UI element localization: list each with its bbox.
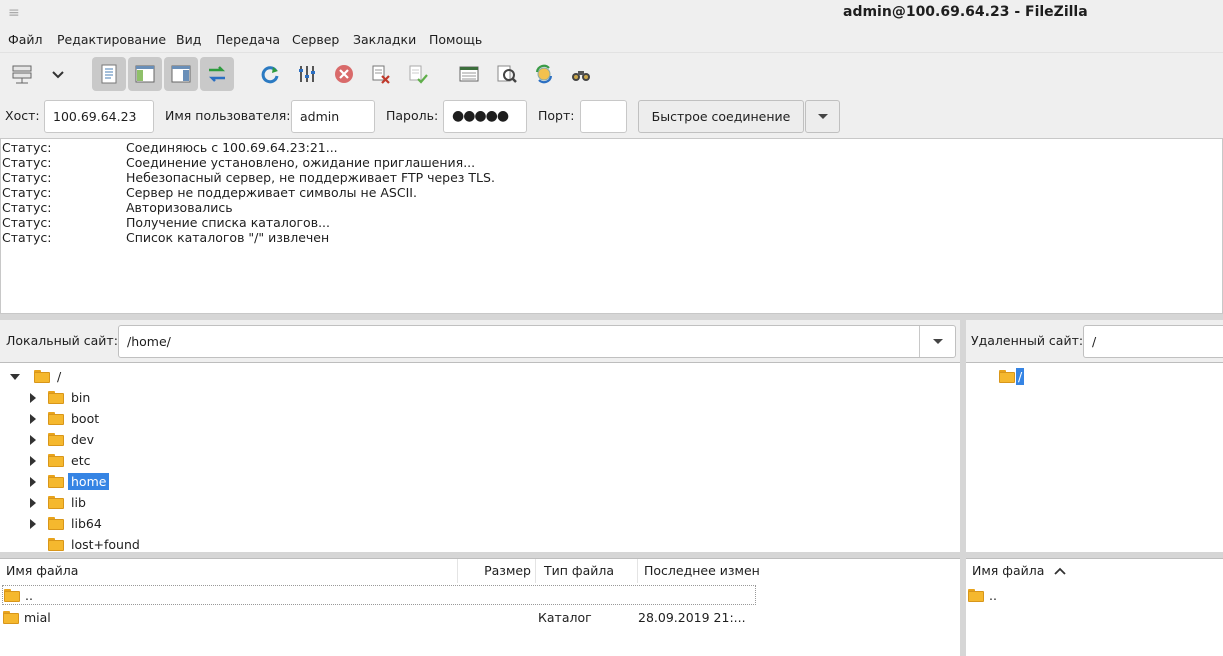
folder-icon — [48, 496, 64, 509]
refresh-icon[interactable] — [253, 57, 287, 91]
site-manager-icon[interactable] — [5, 57, 39, 91]
port-input[interactable] — [580, 100, 627, 133]
folder-icon — [48, 517, 64, 530]
collapsed-arrow-icon[interactable] — [28, 455, 38, 466]
window-menu-icon[interactable]: ≡ — [8, 6, 20, 20]
port-label: Порт: — [538, 108, 575, 123]
quickconnect-bar: Хост: 100.69.64.23 Имя пользователя: adm… — [0, 95, 1223, 137]
password-input[interactable]: ●●●●● — [443, 100, 527, 133]
folder-icon — [48, 412, 64, 425]
chevron-down-icon — [817, 114, 828, 119]
remote-file-list[interactable]: Имя файла .. — [966, 558, 1223, 656]
folder-icon — [48, 454, 64, 467]
column-header-size[interactable]: Размер — [458, 559, 536, 583]
remote-path-value: / — [1092, 334, 1097, 349]
host-label: Хост: — [5, 108, 40, 123]
tree-node-etc[interactable]: etc — [28, 450, 93, 471]
collapsed-arrow-icon[interactable] — [28, 476, 38, 487]
menu-edit[interactable]: Редактирование — [57, 32, 166, 47]
menu-view[interactable]: Вид — [176, 32, 201, 47]
folder-icon — [48, 391, 64, 404]
file-modified: 28.09.2019 21:... — [638, 609, 746, 625]
folder-icon — [3, 610, 19, 624]
toggle-log-icon[interactable] — [92, 57, 126, 91]
quickconnect-button[interactable]: Быстрое соединение — [638, 100, 804, 133]
toggle-remote-tree-icon[interactable] — [164, 57, 198, 91]
tree-node-lost-found[interactable]: lost+found — [28, 534, 143, 552]
compare-directories-icon[interactable] — [490, 57, 524, 91]
toggle-local-tree-icon[interactable] — [128, 57, 162, 91]
process-queue-icon[interactable] — [290, 57, 324, 91]
local-path-value: /home/ — [127, 334, 171, 349]
collapsed-arrow-icon[interactable] — [28, 518, 38, 529]
menu-bookmarks[interactable]: Закладки — [353, 32, 416, 47]
local-directory-tree[interactable]: / bin boot dev etc home lib lib64 lost+f… — [0, 362, 960, 552]
tree-node-root[interactable]: / — [10, 366, 64, 387]
local-path-combo[interactable]: /home/ — [118, 325, 956, 358]
remote-path-combo[interactable]: / — [1083, 325, 1223, 358]
toolbar — [0, 52, 1223, 94]
file-type: Каталог — [538, 609, 592, 625]
collapsed-arrow-icon[interactable] — [28, 434, 38, 445]
collapsed-arrow-icon[interactable] — [28, 392, 38, 403]
menu-bar: Файл Редактирование Вид Передача Сервер … — [0, 29, 1223, 51]
password-label: Пароль: — [386, 108, 439, 123]
username-input[interactable]: admin — [291, 100, 375, 133]
search-files-icon[interactable] — [564, 57, 598, 91]
folder-icon — [999, 370, 1015, 383]
tree-node-boot[interactable]: boot — [28, 408, 102, 429]
list-item-parent[interactable]: .. — [2, 585, 756, 605]
message-log[interactable]: Статус: Соединяюсь с 100.69.64.23:21... С… — [0, 138, 1223, 314]
cancel-icon[interactable] — [327, 57, 361, 91]
toggle-transfer-queue-icon[interactable] — [200, 57, 234, 91]
menu-help[interactable]: Помощь — [429, 32, 482, 47]
title-bar: ≡ admin@100.69.64.23 - FileZilla — [0, 0, 1223, 28]
column-header-remote-filename[interactable]: Имя файла — [972, 559, 1223, 583]
expanded-arrow-icon[interactable] — [10, 372, 20, 382]
local-site-label: Локальный сайт: — [6, 333, 118, 348]
reconnect-icon[interactable] — [401, 57, 435, 91]
remote-directory-tree[interactable]: / — [966, 362, 1223, 552]
quickconnect-dropdown-button[interactable] — [805, 100, 840, 133]
sort-ascending-icon — [1054, 567, 1067, 575]
column-header-filename[interactable]: Имя файла — [6, 559, 458, 583]
list-item-remote-parent[interactable]: .. — [968, 585, 1223, 605]
window-title: admin@100.69.64.23 - FileZilla — [843, 4, 1088, 20]
tree-node-bin[interactable]: bin — [28, 387, 93, 408]
folder-icon — [34, 370, 50, 383]
folder-icon — [48, 538, 64, 551]
local-file-list[interactable]: Имя файла Размер Тип файла Последнее изм… — [0, 558, 960, 656]
disconnect-icon[interactable] — [364, 57, 398, 91]
tree-node-dev[interactable]: dev — [28, 429, 97, 450]
tree-node-remote-root[interactable]: / — [999, 366, 1025, 387]
tree-node-home[interactable]: home — [28, 471, 110, 492]
column-header-type[interactable]: Тип файла — [536, 559, 638, 583]
list-item-mial[interactable]: mial Каталог 28.09.2019 21:... — [2, 607, 760, 627]
directory-listing-filters-icon[interactable] — [452, 57, 486, 91]
username-label: Имя пользователя: — [165, 108, 291, 123]
folder-icon — [48, 433, 64, 446]
folder-icon — [968, 588, 984, 602]
remote-site-label: Удаленный сайт: — [971, 333, 1084, 348]
collapsed-arrow-icon[interactable] — [28, 497, 38, 508]
folder-icon — [48, 475, 64, 488]
dropdown-arrow-icon[interactable] — [41, 57, 75, 91]
chevron-down-icon — [932, 338, 943, 344]
synchronized-browsing-icon[interactable] — [527, 57, 561, 91]
tree-node-lib64[interactable]: lib64 — [28, 513, 105, 534]
menu-transfer[interactable]: Передача — [216, 32, 280, 47]
host-input[interactable]: 100.69.64.23 — [44, 100, 154, 133]
menu-server[interactable]: Сервер — [292, 32, 339, 47]
local-site-bar: Локальный сайт: /home/ — [0, 320, 960, 362]
local-path-dropdown-button[interactable] — [919, 326, 955, 357]
tree-node-lib[interactable]: lib — [28, 492, 89, 513]
menu-file[interactable]: Файл — [8, 32, 43, 47]
remote-site-bar: Удаленный сайт: / — [966, 320, 1223, 362]
folder-icon — [4, 588, 20, 602]
file-name: mial — [24, 609, 51, 625]
collapsed-arrow-icon[interactable] — [28, 413, 38, 424]
column-header-modified[interactable]: Последнее измене — [638, 559, 760, 583]
